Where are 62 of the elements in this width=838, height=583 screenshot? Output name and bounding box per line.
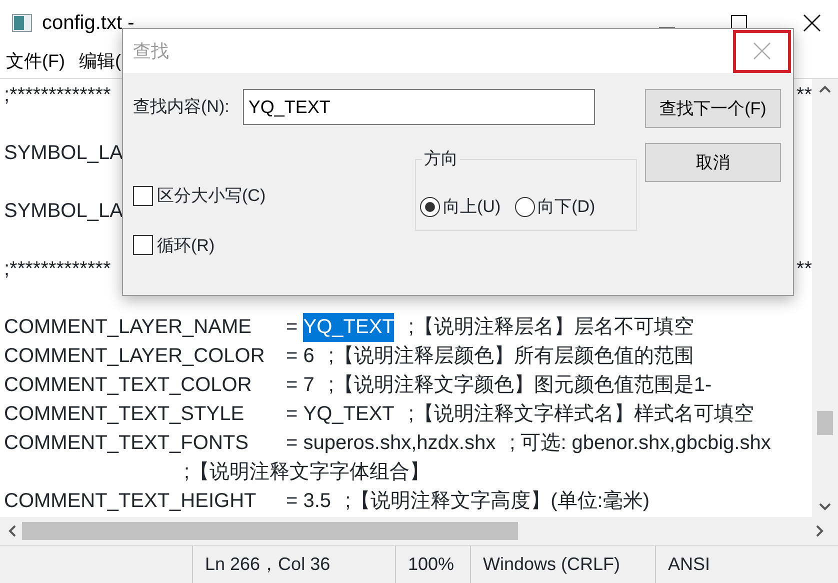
checkbox[interactable] <box>133 186 153 206</box>
dialog-title: 查找 <box>133 40 169 62</box>
config-value: 6 <box>303 344 314 369</box>
minimize-button[interactable] <box>659 26 675 28</box>
config-key: COMMENT_LAYER_NAME <box>4 313 286 342</box>
checkbox-label: 循环(R) <box>157 234 215 256</box>
find-label: 查找内容(N): <box>133 96 230 118</box>
window-title: config.txt - <box>42 10 134 36</box>
equals-sign: = <box>286 489 298 514</box>
find-next-button[interactable]: 查找下一个(F) <box>645 89 781 128</box>
vertical-scrollbar[interactable] <box>812 79 838 517</box>
status-text: Ln 266，Col 36 <box>192 546 395 583</box>
equals-sign: = <box>286 315 298 340</box>
radio-label: 向上(U) <box>443 196 501 218</box>
menu-item[interactable]: 文件(F) <box>6 48 65 75</box>
text-line: ** <box>796 83 812 108</box>
text-line: ;************* <box>4 257 111 282</box>
radio-label: 向下(D) <box>538 196 596 218</box>
text-line: SYMBOL_LA <box>4 141 123 166</box>
cancel-button[interactable]: 取消 <box>645 143 781 182</box>
checkbox[interactable] <box>133 235 153 256</box>
text-line: SYMBOL_LA <box>4 199 123 224</box>
status-text: ANSI <box>655 546 838 583</box>
config-key: COMMENT_TEXT_STYLE <box>4 400 286 429</box>
close-icon <box>753 42 771 60</box>
status-text: 100% <box>395 546 470 583</box>
close-button[interactable] <box>803 14 821 32</box>
config-value: superos.shx,hzdx.shx <box>303 431 496 456</box>
comment-text: ;【说明注释文字字体组合】 <box>184 460 430 485</box>
checkbox-label: 区分大小写(C) <box>157 185 266 207</box>
menu-item[interactable]: 编辑( <box>78 48 121 75</box>
config-key: COMMENT_TEXT_HEIGHT <box>4 487 286 516</box>
config-key: COMMENT_TEXT_COLOR <box>4 371 286 400</box>
radio-button[interactable] <box>420 197 440 217</box>
comment-text: ;【说明注释层颜色】所有层颜色值的范围 <box>328 344 694 369</box>
notepad-icon <box>12 14 32 32</box>
scroll-left-icon[interactable] <box>8 525 16 537</box>
status-text: Windows (CRLF) <box>470 546 655 583</box>
comment-text: ;【说明注释文字样式名】样式名可填空 <box>408 402 754 427</box>
radio-button[interactable] <box>514 197 535 217</box>
equals-sign: = <box>286 373 298 398</box>
comment-text: ; 可选: gbenor.shx,gbcbig.shx <box>510 431 771 456</box>
scroll-right-icon[interactable] <box>816 525 824 537</box>
equals-sign: = <box>286 344 298 369</box>
config-value: 3.5 <box>303 489 332 514</box>
config-value: 7 <box>303 373 314 398</box>
comment-text: ;【说明注释文字颜色】图元颜色值范围是1- <box>328 373 712 398</box>
text-line: ;************* <box>4 83 111 108</box>
scroll-down-icon[interactable] <box>819 503 831 511</box>
find-input[interactable]: YQ_TEXT <box>243 89 596 125</box>
config-key: COMMENT_LAYER_COLOR <box>4 342 286 371</box>
scrollbar-thumb[interactable] <box>817 411 833 435</box>
equals-sign: = <box>286 431 298 456</box>
selected-text: YQ_TEXT <box>303 313 394 342</box>
equals-sign: = <box>286 402 298 427</box>
comment-text: ;【说明注释文字高度】(单位:毫米) <box>345 489 650 514</box>
config-value: YQ_TEXT <box>303 402 394 427</box>
text-line: ** <box>796 257 812 282</box>
config-key: COMMENT_TEXT_FONTS <box>4 429 286 458</box>
comment-text: ;【说明注释层名】层名不可填空 <box>408 315 694 340</box>
scrollbar-thumb[interactable] <box>22 522 518 540</box>
scroll-up-icon[interactable] <box>819 85 831 93</box>
